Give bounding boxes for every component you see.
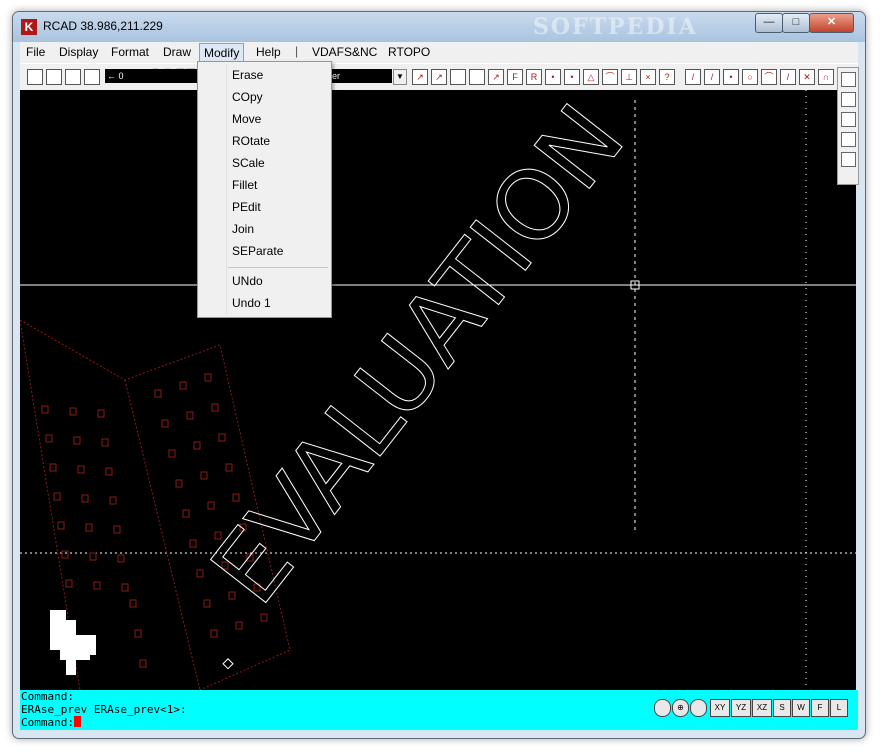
menu-item-join[interactable]: Join	[198, 218, 331, 240]
layer-props-icon[interactable]	[841, 72, 856, 87]
zoom-icon[interactable]	[654, 699, 671, 717]
snap-triangle-icon[interactable]: △	[583, 69, 599, 85]
print-icon[interactable]	[84, 69, 100, 85]
menu-divider	[228, 267, 328, 268]
snap-cross-icon[interactable]: ×	[640, 69, 656, 85]
tool-line2-icon[interactable]: /	[704, 69, 720, 85]
command-line[interactable]: Command: ERAse_prev ERAse_prev<1>: Comma…	[20, 690, 648, 730]
menu-display[interactable]: Display	[55, 43, 102, 61]
minimize-button[interactable]: —	[755, 13, 783, 33]
delete-icon[interactable]: ✕	[799, 69, 815, 85]
menu-item-rotate[interactable]: ROtate	[198, 130, 331, 152]
menu-draw[interactable]: Draw	[159, 43, 195, 61]
softpedia-watermark: SOFTPEDIA	[533, 14, 698, 40]
menu-item-pedit[interactable]: PEdit	[198, 196, 331, 218]
menu-modify[interactable]: Modify	[199, 43, 245, 63]
open-drawing-icon[interactable]	[450, 69, 466, 85]
draw-polyline-icon[interactable]: ↗	[431, 69, 447, 85]
window-title: RCAD 38.986,211.229	[43, 19, 163, 33]
command-history-2: ERAse_prev ERAse_prev<1>:	[21, 703, 187, 716]
new-file-icon[interactable]	[27, 69, 43, 85]
ucs-axis-icon	[50, 610, 96, 675]
maximize-button[interactable]: □	[782, 13, 810, 33]
menu-vdafs-nc[interactable]: VDAFS&NC	[308, 43, 381, 61]
tool-circle-icon[interactable]: ○	[742, 69, 758, 85]
view-yz-button[interactable]: YZ	[731, 699, 751, 717]
menu-file[interactable]: File	[22, 43, 49, 61]
text-cursor	[73, 716, 81, 727]
menu-item-move[interactable]: Move	[198, 108, 331, 130]
magnet-icon[interactable]: ∩	[818, 69, 834, 85]
menu-item-fillet[interactable]: Fillet	[198, 174, 331, 196]
view-s-button[interactable]: S	[773, 699, 791, 717]
command-history-1: Command:	[21, 690, 74, 703]
view-xz-button[interactable]: XZ	[752, 699, 772, 717]
command-prompt[interactable]: Command:	[20, 716, 648, 729]
font-icon[interactable]: F	[507, 69, 523, 85]
tool-point-icon[interactable]: •	[723, 69, 739, 85]
menu-item-separate[interactable]: SEParate	[198, 240, 331, 262]
rcad-app-icon[interactable]: K	[21, 19, 37, 35]
linetype-select[interactable]: er	[330, 69, 392, 83]
help-icon[interactable]: ?	[659, 69, 675, 85]
menu-item-scale[interactable]: SCale	[198, 152, 331, 174]
edit-icon[interactable]: ↗	[488, 69, 504, 85]
hatch-icon[interactable]	[841, 112, 856, 127]
main-toolbar: ← 0 SOFTPEDIA er ▼ ↗ ↗ ↗ F R • • △ ⌒ ⊥ ×…	[20, 63, 858, 90]
close-button[interactable]: ✕	[809, 13, 854, 33]
view-l-button[interactable]: L	[830, 699, 848, 717]
crosshair-target-icon[interactable]: ⊕	[672, 699, 689, 717]
command-prompt-label: Command:	[21, 716, 74, 729]
draw-line-icon[interactable]: ↗	[412, 69, 428, 85]
line-props-icon[interactable]	[841, 92, 856, 107]
side-toolbar	[837, 67, 859, 185]
snap-arc-icon[interactable]: ⌒	[602, 69, 618, 85]
menu-separator: |	[295, 44, 299, 58]
chevron-down-icon[interactable]: ▼	[393, 69, 407, 85]
menu-bar: File Display Format Draw Modify Help | V…	[20, 42, 858, 63]
menu-item-erase[interactable]: Erase	[198, 64, 331, 86]
open-folder-icon[interactable]	[46, 69, 62, 85]
bulb-icon[interactable]	[841, 132, 856, 147]
modify-dropdown-menu: Erase COpy Move ROtate SCale Fillet PEdi…	[197, 61, 332, 318]
ucs-origin-marker	[222, 658, 234, 670]
snap-mid-icon[interactable]: •	[564, 69, 580, 85]
menu-format[interactable]: Format	[107, 43, 153, 61]
title-bar: K RCAD 38.986,211.229 SOFTPEDIA — □ ✕	[13, 12, 865, 42]
menu-item-undo[interactable]: UNdo	[198, 270, 331, 292]
menu-help[interactable]: Help	[252, 43, 285, 61]
tool-line-icon[interactable]: /	[685, 69, 701, 85]
ortho-icon[interactable]	[690, 699, 707, 717]
snap-point-icon[interactable]: •	[545, 69, 561, 85]
view-xy-button[interactable]: XY	[710, 699, 730, 717]
view-f-button[interactable]: F	[811, 699, 829, 717]
drawing-canvas[interactable]: EVALUATION	[20, 90, 856, 690]
app-window: K RCAD 38.986,211.229 SOFTPEDIA — □ ✕ Fi…	[12, 11, 866, 739]
drawing-svg: EVALUATION	[20, 90, 856, 690]
save-drawing-icon[interactable]	[469, 69, 485, 85]
view-w-button[interactable]: W	[792, 699, 810, 717]
tool-diagonal-icon[interactable]: /	[780, 69, 796, 85]
tool-arc-icon[interactable]: ⌒	[761, 69, 777, 85]
snap-perp-icon[interactable]: ⊥	[621, 69, 637, 85]
status-bar: ⊕ XY YZ XZ S W F L	[648, 690, 858, 730]
layers-stack-icon[interactable]	[841, 152, 856, 167]
menu-item-undo-1[interactable]: Undo 1	[198, 292, 331, 314]
reference-icon[interactable]: R	[526, 69, 542, 85]
menu-item-copy[interactable]: COpy	[198, 86, 331, 108]
menu-rtopo[interactable]: RTOPO	[384, 43, 434, 61]
save-icon[interactable]	[65, 69, 81, 85]
